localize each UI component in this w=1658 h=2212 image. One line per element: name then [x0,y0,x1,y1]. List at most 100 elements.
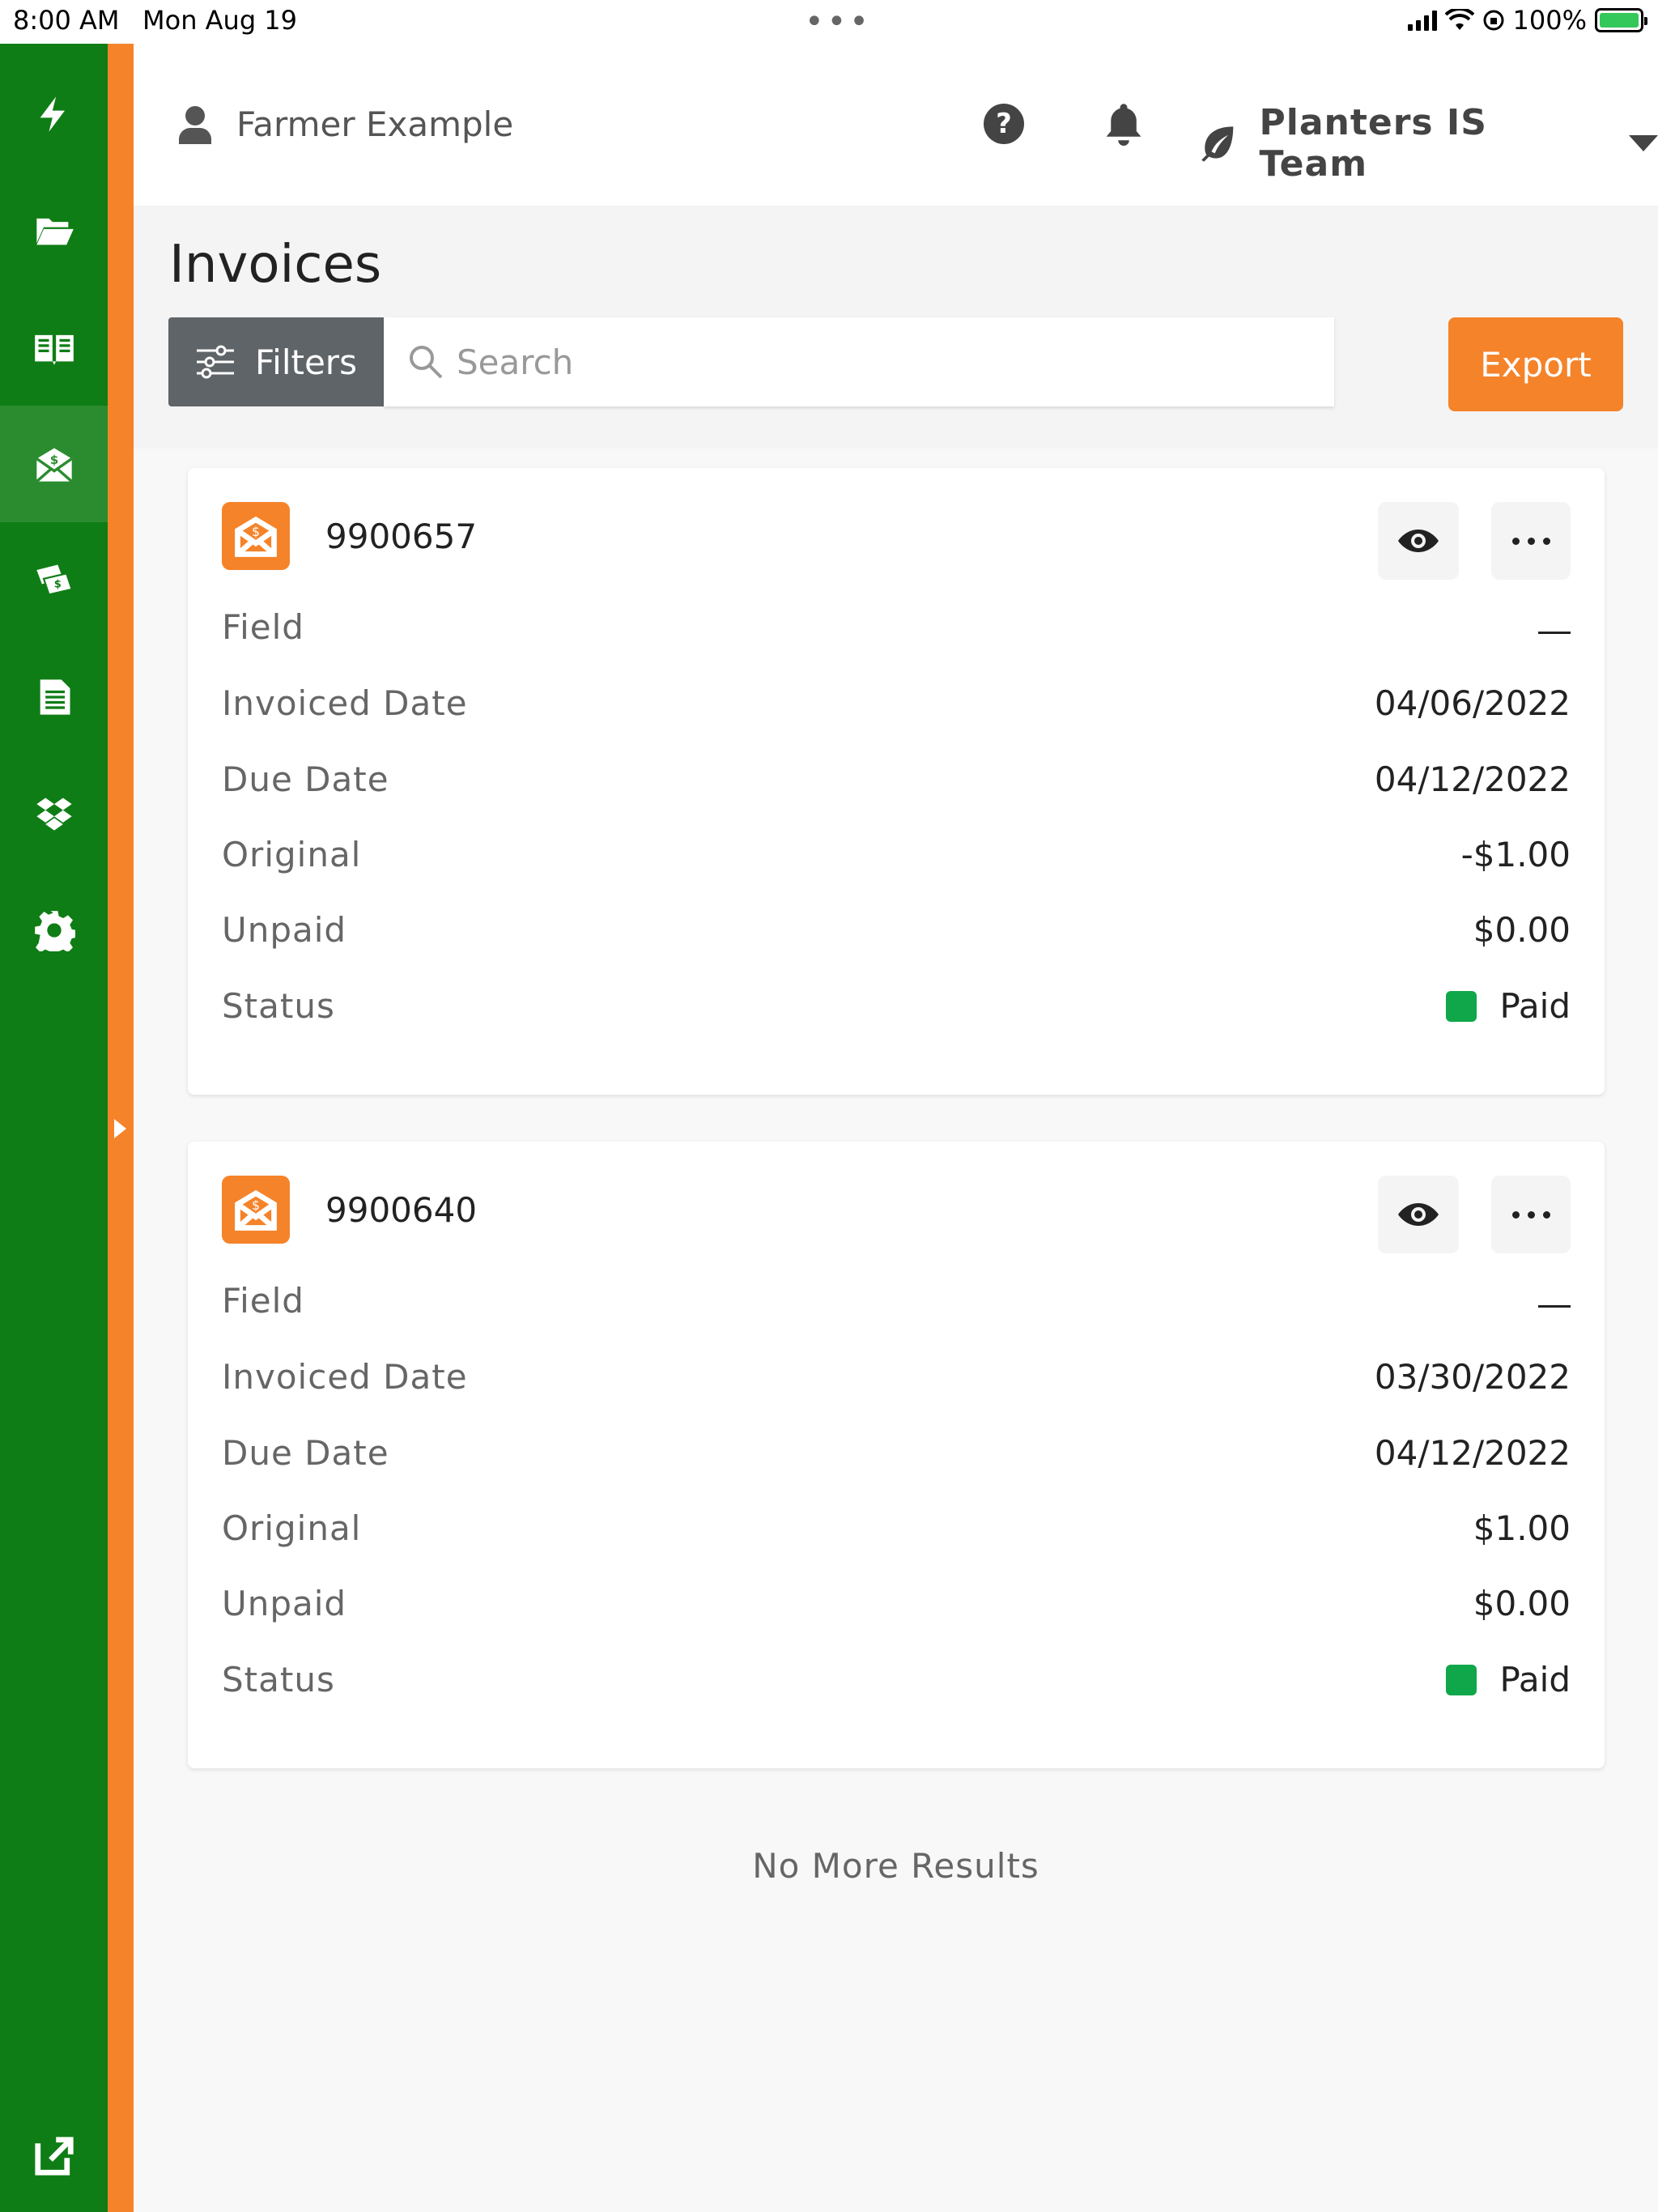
export-button[interactable]: Export [1448,317,1623,411]
invoice-envelope-icon: $ [222,502,290,570]
book-icon [34,334,74,365]
invoice-number: 9900657 [325,517,478,556]
sliders-icon [197,345,235,379]
no-more-results: No More Results [752,1846,1039,1886]
battery-percent: 100% [1512,5,1587,36]
unpaid-label: Unpaid [222,1584,347,1623]
filters-label: Filters [255,342,357,382]
field-row: Field [222,607,1571,656]
more-options-button[interactable] [1491,502,1571,580]
ellipsis-dot [1542,1210,1550,1219]
original-row: Original $1.00 [222,1508,1571,1557]
expand-sidebar-icon[interactable] [114,1119,126,1138]
team-name: Planters IS Team [1259,102,1487,185]
unpaid-label: Unpaid [222,910,347,950]
gear-icon [34,911,75,951]
due-date-row: Due Date 04/12/2022 [222,1433,1571,1482]
status-value: Paid [1499,1660,1571,1699]
sidebar-item-notes[interactable] [0,289,108,406]
field-label: Field [222,607,304,647]
status-time: 8:00 AM [13,5,120,36]
invoice-card: $ 9900640 Field Invoiced Date 03/30/2022… [188,1142,1605,1768]
filters-button[interactable]: Filters [168,317,384,406]
cellular-signal-icon [1407,10,1437,31]
field-label: Field [222,1281,304,1321]
sidebar-item-payments[interactable]: $ [0,522,108,639]
field-value-empty [1538,632,1571,634]
original-value: -$1.00 [1460,835,1571,874]
user-icon [179,105,211,144]
ellipsis-dot [1527,1210,1535,1219]
sidebar-item-files[interactable] [0,172,108,289]
unpaid-value: $0.00 [1473,1584,1571,1623]
invoice-card: $ 9900657 Field Invoiced Date 04/06/2022… [188,468,1605,1095]
money-icon: $ [36,564,73,596]
due-date-row: Due Date 04/12/2022 [222,759,1571,808]
status-label: Status [222,986,335,1026]
sidebar: $ $ [0,44,108,2212]
top-header: Farmer Example ? Planters IS Team [134,44,1658,206]
original-value: $1.00 [1473,1508,1571,1548]
sidebar-item-dropbox[interactable] [0,755,108,872]
unpaid-row: Unpaid $0.00 [222,1584,1571,1632]
eye-icon [1398,530,1439,552]
sidebar-item-reports[interactable] [0,639,108,755]
external-link-icon[interactable] [32,2134,76,2178]
invoiced-date-label: Invoiced Date [222,683,468,723]
original-row: Original -$1.00 [222,835,1571,883]
team-selector[interactable]: Planters IS Team [1198,102,1658,185]
original-label: Original [222,1508,362,1548]
due-date-label: Due Date [222,1433,389,1473]
sidebar-item-invoices[interactable]: $ [0,406,108,522]
field-row: Field [222,1281,1571,1329]
leaf-icon [1201,126,1234,162]
lightning-icon [40,96,65,132]
invoiced-date-label: Invoiced Date [222,1357,468,1397]
invoiced-date-value: 04/06/2022 [1374,683,1571,723]
ellipsis-dot [1542,537,1550,545]
due-date-value: 04/12/2022 [1374,759,1571,799]
view-invoice-button[interactable] [1378,1176,1459,1253]
unpaid-value: $0.00 [1473,910,1571,950]
notifications-bell-icon[interactable] [1105,102,1142,149]
invoice-envelope-icon: $ [222,1176,290,1244]
svg-text:$: $ [252,524,260,539]
multitask-dots-icon[interactable]: ••• [805,3,872,40]
search-icon [410,346,443,379]
status-indicator [1446,1665,1477,1695]
status-row: Status Paid [222,1660,1571,1708]
chevron-down-icon [1629,135,1658,151]
status-row: Status Paid [222,986,1571,1035]
ellipsis-dot [1511,537,1520,545]
ellipsis-dot [1527,537,1535,545]
svg-text:$: $ [53,579,61,591]
sidebar-item-settings[interactable] [0,872,108,989]
document-icon [40,679,70,715]
status-indicators: 100% [1407,5,1647,36]
invoiced-date-row: Invoiced Date 03/30/2022 [222,1357,1571,1406]
search-field[interactable] [384,317,1334,406]
battery-icon [1595,8,1647,32]
status-indicator [1446,991,1477,1022]
more-options-button[interactable] [1491,1176,1571,1253]
due-date-label: Due Date [222,759,389,799]
due-date-value: 04/12/2022 [1374,1433,1571,1473]
original-label: Original [222,835,362,874]
svg-text:$: $ [252,1197,260,1213]
user-name: Farmer Example [236,104,514,144]
wifi-icon [1444,9,1474,30]
svg-text:$: $ [49,453,58,467]
search-input[interactable] [457,342,1185,382]
sidebar-item-activity[interactable] [0,56,108,172]
status-label: Status [222,1660,335,1699]
help-icon[interactable]: ? [984,104,1024,144]
dropbox-icon [36,798,72,831]
eye-icon [1398,1203,1439,1226]
user-menu[interactable]: Farmer Example [178,104,513,144]
field-value-empty [1538,1305,1571,1308]
unpaid-row: Unpaid $0.00 [222,910,1571,959]
invoice-number: 9900640 [325,1190,478,1230]
view-invoice-button[interactable] [1378,502,1459,580]
status-value: Paid [1499,986,1571,1026]
invoiced-date-value: 03/30/2022 [1374,1357,1571,1397]
